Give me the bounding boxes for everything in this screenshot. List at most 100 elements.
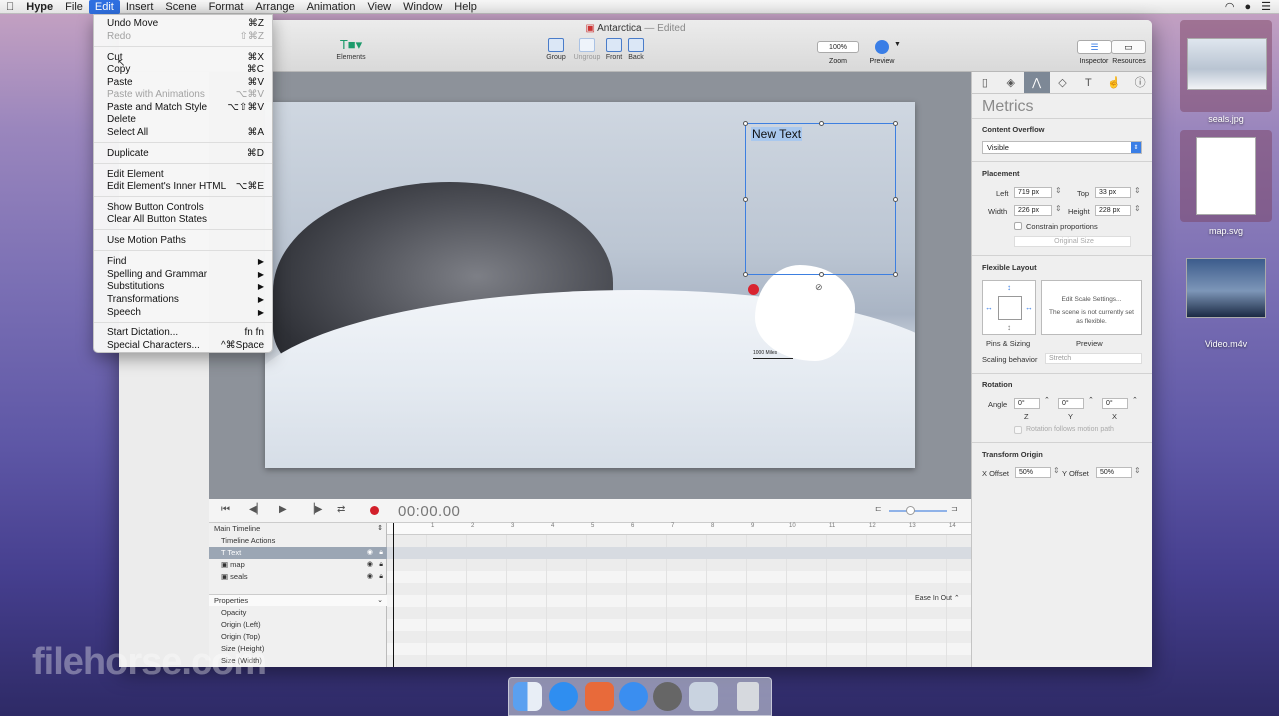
- antarctica-map[interactable]: [755, 265, 855, 361]
- menu-item-duplicate[interactable]: Duplicate ⌘D: [94, 147, 272, 160]
- timeline-actions-row[interactable]: Timeline Actions: [209, 535, 387, 547]
- ungroup-button[interactable]: Ungroup: [571, 38, 603, 61]
- original-size-button[interactable]: Original Size: [1014, 236, 1131, 247]
- element-inspector-icon[interactable]: ◇: [1050, 72, 1076, 93]
- hype-app-icon[interactable]: [585, 682, 614, 711]
- slider-knob[interactable]: [906, 506, 915, 515]
- desktop-file-label[interactable]: Video.m4v: [1180, 339, 1272, 349]
- scaling-behavior-select[interactable]: Stretch: [1045, 353, 1142, 364]
- typography-inspector-icon[interactable]: T: [1075, 72, 1101, 93]
- pins-sizing-widget[interactable]: ↕ ↔ ↔ ↕: [982, 280, 1036, 335]
- preview-dropdown-icon[interactable]: ▼: [894, 41, 901, 48]
- zoom-field[interactable]: 100%: [817, 41, 859, 53]
- resize-handle[interactable]: [893, 121, 898, 126]
- stepper-icon[interactable]: ⌃: [1088, 396, 1094, 404]
- resize-handle[interactable]: [893, 272, 898, 277]
- stepper-icon[interactable]: ⇕: [1055, 186, 1062, 195]
- menu-item-select-all[interactable]: Select All ⌘A: [94, 126, 272, 139]
- migration-icon[interactable]: [689, 682, 718, 711]
- rotation-z-field[interactable]: 0°: [1014, 398, 1040, 409]
- x-offset-field[interactable]: 50%: [1015, 467, 1051, 478]
- go-to-start-icon[interactable]: ⏮: [221, 504, 230, 515]
- elements-button[interactable]: T■▾ Elements: [333, 38, 369, 62]
- scene-canvas[interactable]: 1000 Miles ⊘ New Text: [209, 72, 971, 499]
- zoom-in-icon[interactable]: ⊐: [951, 504, 958, 513]
- desktop-file-label[interactable]: seals.jpg: [1180, 114, 1272, 124]
- seals-thumbnail[interactable]: [1187, 38, 1267, 90]
- inspector-button[interactable]: ☰: [1077, 40, 1112, 54]
- stepper-icon[interactable]: ⇕: [1053, 466, 1060, 475]
- eye-icon[interactable]: ◉: [367, 559, 373, 571]
- resize-handle[interactable]: [819, 121, 824, 126]
- pin-bottom-icon[interactable]: ↕: [1007, 323, 1011, 332]
- step-forward-icon[interactable]: ▕▶: [307, 504, 322, 515]
- menu-window[interactable]: Window: [397, 0, 448, 14]
- menu-item-edit-inner-html[interactable]: Edit Element's Inner HTML ⌥⌘E: [94, 180, 272, 193]
- property-row[interactable]: Opacity: [209, 607, 387, 619]
- layer-row-text[interactable]: T Text ◉ 🔒︎: [209, 547, 387, 559]
- property-row[interactable]: Origin (Left): [209, 619, 387, 631]
- stepper-icon[interactable]: ⇕: [1134, 186, 1141, 195]
- play-icon[interactable]: ▶: [279, 504, 287, 515]
- lock-icon[interactable]: 🔒︎: [379, 559, 383, 571]
- constrain-checkbox[interactable]: [1014, 222, 1022, 230]
- wifi-icon[interactable]: ◠: [1225, 0, 1235, 14]
- pin-top-icon[interactable]: ↕: [1007, 283, 1011, 292]
- resize-handle[interactable]: [893, 197, 898, 202]
- layer-row-map[interactable]: ▣ map ◉ 🔒︎: [209, 559, 387, 571]
- menu-view[interactable]: View: [361, 0, 397, 14]
- resize-handle[interactable]: [743, 197, 748, 202]
- menu-animation[interactable]: Animation: [301, 0, 362, 14]
- pin-left-icon[interactable]: ↔: [985, 303, 993, 312]
- menu-arrange[interactable]: Arrange: [249, 0, 300, 14]
- menu-item-substitutions[interactable]: Substitutions ▶: [94, 280, 272, 293]
- resources-button[interactable]: ▭: [1111, 40, 1146, 54]
- menu-item-transformations[interactable]: Transformations ▶: [94, 293, 272, 306]
- actions-inspector-icon[interactable]: ☝: [1101, 72, 1127, 93]
- app-store-icon[interactable]: [549, 682, 578, 711]
- menu-scene[interactable]: Scene: [159, 0, 202, 14]
- menu-item-undo[interactable]: Undo Move ⌘Z: [94, 17, 272, 30]
- menu-list-icon[interactable]: ☰: [1261, 0, 1271, 14]
- y-offset-field[interactable]: 50%: [1096, 467, 1132, 478]
- video-thumbnail[interactable]: [1186, 258, 1266, 318]
- rotation-y-field[interactable]: 0°: [1058, 398, 1084, 409]
- menu-format[interactable]: Format: [203, 0, 250, 14]
- map-thumbnail[interactable]: [1196, 137, 1256, 215]
- new-text[interactable]: New Text: [751, 127, 803, 141]
- properties-header[interactable]: Properties ⌄: [209, 594, 387, 606]
- stepper-icon[interactable]: ⌃: [1044, 396, 1050, 404]
- eye-icon[interactable]: ◉: [367, 571, 373, 583]
- rotation-x-field[interactable]: 0°: [1102, 398, 1128, 409]
- metrics-inspector-icon[interactable]: ⋀: [1023, 72, 1050, 93]
- user-icon[interactable]: ●: [1244, 0, 1251, 14]
- eye-icon[interactable]: ◉: [367, 547, 373, 559]
- menu-item-find[interactable]: Find ▶: [94, 255, 272, 268]
- pin-right-icon[interactable]: ↔: [1025, 303, 1033, 312]
- width-field[interactable]: 226 px: [1014, 205, 1052, 216]
- lock-icon[interactable]: 🔒︎: [379, 547, 383, 559]
- menu-edit[interactable]: Edit: [88, 0, 120, 14]
- apple-menu-icon[interactable]: : [0, 0, 20, 14]
- stepper-icon[interactable]: ⌃: [1132, 396, 1138, 404]
- preview-safari-icon[interactable]: [875, 40, 889, 54]
- timeline-zoom-slider[interactable]: [889, 510, 947, 512]
- scene-inspector-icon[interactable]: ◈: [998, 72, 1024, 93]
- finder-icon[interactable]: [513, 682, 542, 711]
- stepper-icon[interactable]: ⇕: [1055, 204, 1062, 213]
- menu-item-clear-button-states[interactable]: Clear All Button States: [94, 213, 272, 226]
- back-button[interactable]: Back: [625, 38, 647, 61]
- content-overflow-select[interactable]: Visible ⇕: [982, 141, 1142, 154]
- menu-file[interactable]: File: [59, 0, 89, 14]
- system-preferences-icon[interactable]: [653, 682, 682, 711]
- resize-handle[interactable]: [743, 272, 748, 277]
- record-button[interactable]: [370, 506, 379, 515]
- front-button[interactable]: Front: [603, 38, 625, 61]
- document-inspector-icon[interactable]: ▯: [972, 72, 998, 93]
- playhead[interactable]: [393, 523, 394, 667]
- safari-icon[interactable]: [619, 682, 648, 711]
- flexible-preview[interactable]: Edit Scale Settings... The scene is not …: [1041, 280, 1142, 335]
- menu-item-special-characters[interactable]: Special Characters... ^⌘Space: [94, 339, 272, 352]
- menu-insert[interactable]: Insert: [120, 0, 160, 14]
- layer-row-seals[interactable]: ▣ seals ◉ 🔒︎: [209, 571, 387, 583]
